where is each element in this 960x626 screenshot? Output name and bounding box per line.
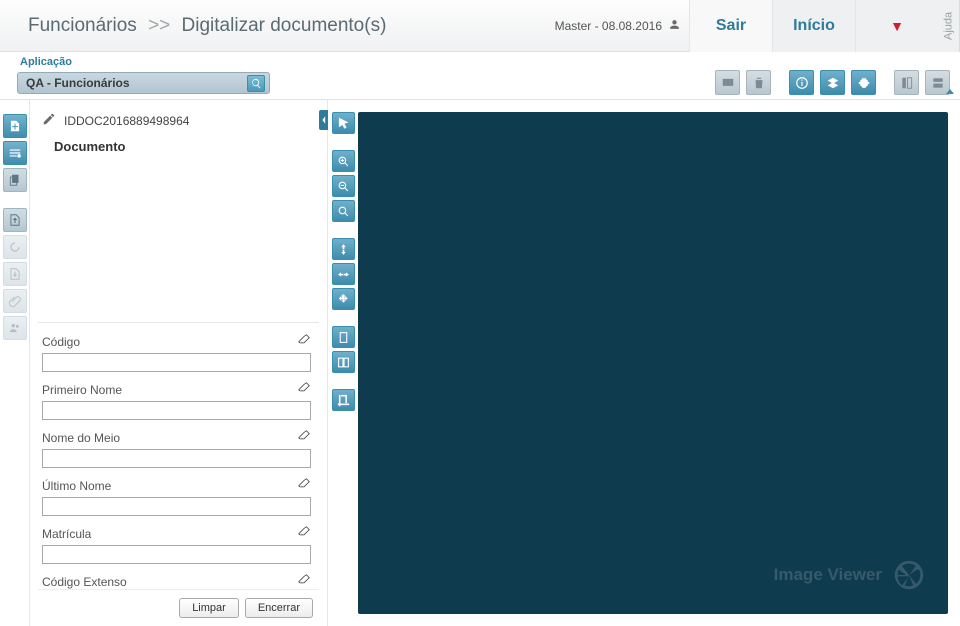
- fields-scroll-area: Código Primeiro Nome Nome do Meio Último No…: [38, 322, 319, 589]
- exit-button[interactable]: Sair: [689, 0, 772, 52]
- home-button[interactable]: Início: [772, 0, 855, 52]
- clear-button[interactable]: Limpar: [179, 598, 239, 618]
- field-input[interactable]: [42, 353, 311, 372]
- user-icon: [668, 18, 681, 34]
- form-buttons: Limpar Encerrar: [38, 589, 319, 620]
- side-import-button[interactable]: [3, 208, 27, 232]
- delete-tool-button[interactable]: [746, 70, 771, 95]
- field-input[interactable]: [42, 497, 311, 516]
- field-label: Código Extenso: [42, 575, 127, 589]
- field-label: Último Nome: [42, 479, 111, 493]
- document-tree-area: [38, 154, 319, 322]
- fit-page-button[interactable]: [332, 288, 355, 310]
- image-viewer[interactable]: Image Viewer: [358, 112, 948, 614]
- side-toolbar: [0, 100, 30, 626]
- field-row: Último Nome: [42, 477, 311, 516]
- help-tab[interactable]: Ajuda: [938, 0, 960, 52]
- field-row: Matrícula: [42, 525, 311, 564]
- close-button[interactable]: Encerrar: [245, 598, 313, 618]
- field-label: Nome do Meio: [42, 431, 120, 445]
- field-row: Código: [42, 333, 311, 372]
- user-name: Master - 08.08.2016: [555, 19, 662, 33]
- eraser-icon[interactable]: [297, 429, 311, 446]
- field-row: Nome do Meio: [42, 429, 311, 468]
- fit-width-button[interactable]: [332, 263, 355, 285]
- side-users-button: [3, 316, 27, 340]
- field-input[interactable]: [42, 545, 311, 564]
- document-id-row: IDDOC2016889498964: [38, 110, 319, 139]
- collapse-toolbar-icon[interactable]: [944, 86, 956, 101]
- side-attach-button: [3, 289, 27, 313]
- document-tree-root[interactable]: Documento: [38, 139, 319, 154]
- pointer-tool-button[interactable]: [332, 112, 355, 134]
- eraser-icon[interactable]: [297, 381, 311, 398]
- field-row: Código Extenso: [42, 573, 311, 589]
- field-input[interactable]: [42, 449, 311, 468]
- menu-dropdown-button[interactable]: ▼: [855, 0, 938, 52]
- breadcrumb-action: Digitalizar documento(s): [182, 15, 387, 36]
- header-bar: Funcionários >> Digitalizar documento(s)…: [0, 0, 960, 52]
- side-add-page-button[interactable]: [3, 114, 27, 138]
- pencil-icon: [42, 112, 56, 129]
- viewer-watermark: Image Viewer: [774, 558, 926, 592]
- toolbar-groups: [715, 70, 950, 95]
- side-rotate-button: [3, 235, 27, 259]
- side-copy-button[interactable]: [3, 168, 27, 192]
- field-label: Código: [42, 335, 80, 349]
- breadcrumb: Funcionários >> Digitalizar documento(s): [28, 15, 555, 37]
- zoom-region-button[interactable]: [332, 200, 355, 222]
- settings-tool-button[interactable]: [851, 70, 876, 95]
- eraser-icon[interactable]: [297, 525, 311, 542]
- panel-collapse-button[interactable]: [319, 110, 328, 130]
- side-edit-mode-button[interactable]: [3, 141, 27, 165]
- application-label: Aplicação: [20, 56, 72, 68]
- screen-tool-button[interactable]: [715, 70, 740, 95]
- eraser-icon[interactable]: [297, 573, 311, 589]
- crop-tool-button[interactable]: [332, 389, 355, 411]
- side-export-button: [3, 262, 27, 286]
- eraser-icon[interactable]: [297, 333, 311, 350]
- zoom-in-button[interactable]: [332, 150, 355, 172]
- layout-a-button[interactable]: [894, 70, 919, 95]
- viewer-watermark-text: Image Viewer: [774, 565, 882, 585]
- info-tool-button[interactable]: [789, 70, 814, 95]
- aperture-icon: [892, 558, 926, 592]
- application-picker[interactable]: QA - Funcionários: [17, 72, 270, 94]
- multi-page-button[interactable]: [332, 351, 355, 373]
- application-selected: QA - Funcionários: [26, 76, 130, 90]
- single-page-button[interactable]: [332, 326, 355, 348]
- field-label: Matrícula: [42, 527, 91, 541]
- document-id: IDDOC2016889498964: [64, 114, 189, 128]
- breadcrumb-module: Funcionários: [28, 15, 137, 36]
- eraser-icon[interactable]: [297, 477, 311, 494]
- application-bar: Aplicação QA - Funcionários: [0, 52, 960, 100]
- fit-height-button[interactable]: [332, 238, 355, 260]
- field-row: Primeiro Nome: [42, 381, 311, 420]
- user-info: Master - 08.08.2016: [555, 18, 681, 34]
- form-panel: IDDOC2016889498964 Documento Código Prime…: [30, 100, 328, 626]
- zoom-out-button[interactable]: [332, 175, 355, 197]
- field-input[interactable]: [42, 401, 311, 420]
- viewer-toolbar: [328, 100, 358, 626]
- application-search-icon[interactable]: [247, 75, 265, 92]
- field-label: Primeiro Nome: [42, 383, 122, 397]
- layers-tool-button[interactable]: [820, 70, 845, 95]
- main-area: IDDOC2016889498964 Documento Código Prime…: [0, 100, 960, 626]
- breadcrumb-separator: >>: [148, 15, 170, 36]
